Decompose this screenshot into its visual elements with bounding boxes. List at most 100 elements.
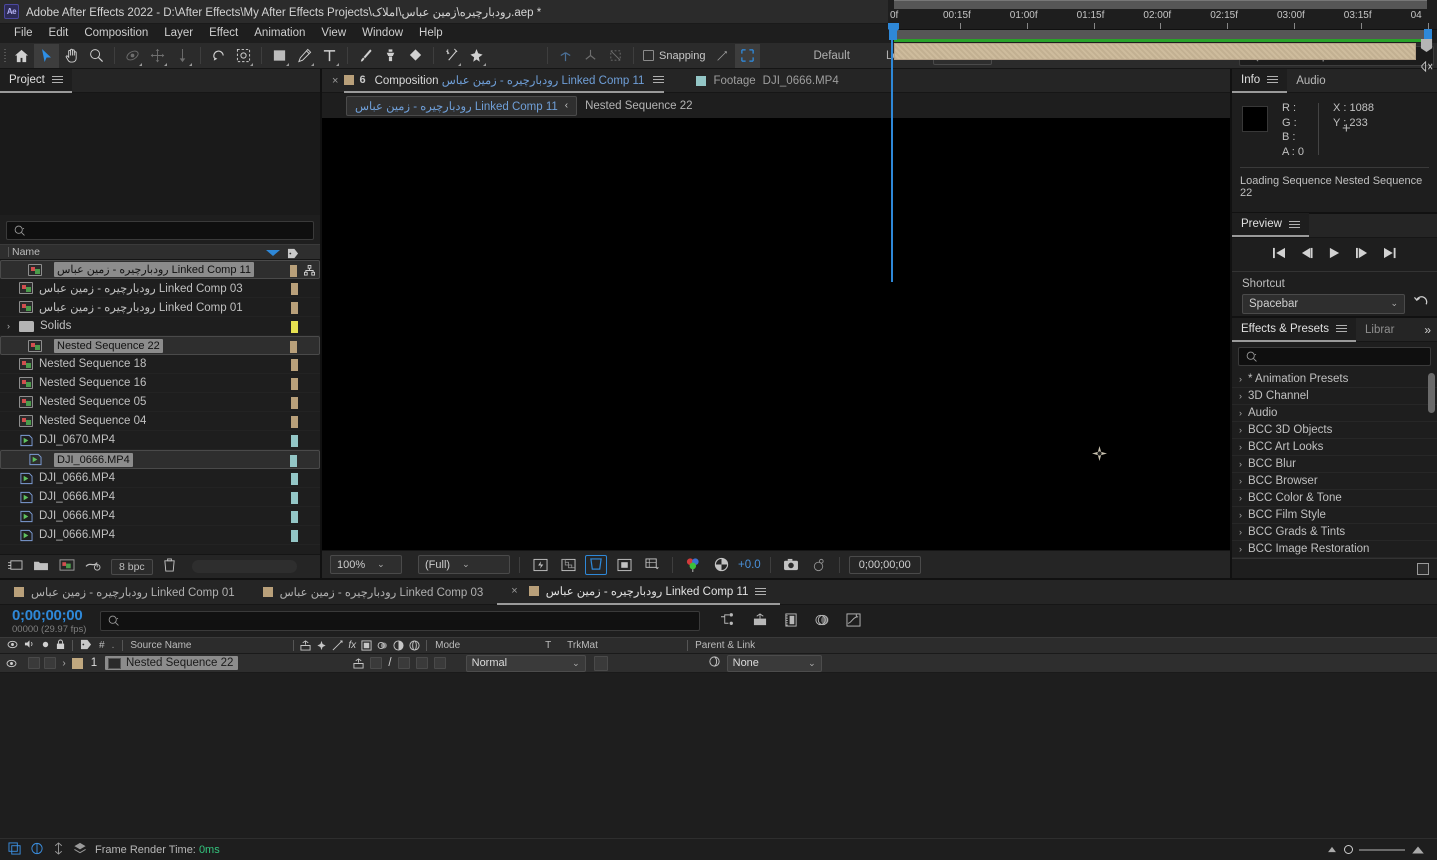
zoom-level-select[interactable]: 100% ⌄ — [330, 555, 402, 574]
effects-category-row[interactable]: › * Animation Presets — [1232, 371, 1437, 388]
menu-effect[interactable]: Effect — [201, 24, 246, 43]
menu-layer[interactable]: Layer — [156, 24, 201, 43]
zoom-slider-knob[interactable] — [1344, 845, 1353, 854]
zoom-slider-track[interactable] — [1359, 848, 1405, 851]
home-icon[interactable] — [9, 44, 34, 68]
twirl-icon[interactable]: › — [1239, 391, 1242, 401]
resolution-select[interactable]: (Full) ⌄ — [418, 555, 510, 574]
tab-footage[interactable]: Footage DJI_0666.MP4 — [696, 75, 839, 87]
time-ruler[interactable]: 0f 00:15f 01:00f 01:15f 02:00f 02:15f 03:00f 03… — [888, 0, 1437, 30]
menu-view[interactable]: View — [313, 24, 354, 43]
effects-category-row[interactable]: › BCC Film Style — [1232, 507, 1437, 524]
effects-overflow-icon[interactable]: » — [1424, 323, 1437, 337]
chevron-left-icon[interactable]: ‹ — [565, 100, 568, 111]
composition-timecode[interactable]: 0;00;00;00 — [848, 555, 921, 574]
menu-edit[interactable]: Edit — [41, 24, 77, 43]
timeline-tab[interactable]: رودبارچیره - زمین عباس Linked Comp 01 — [0, 580, 249, 605]
new-folder-icon[interactable] — [1417, 562, 1429, 575]
work-area-marker-icon[interactable] — [1416, 38, 1437, 56]
eraser-tool-icon[interactable] — [403, 44, 428, 68]
pen-tool-icon[interactable] — [292, 44, 317, 68]
label-color-swatch[interactable] — [290, 265, 297, 277]
menu-help[interactable]: Help — [411, 24, 451, 43]
motion-blur-toggle[interactable] — [433, 657, 446, 669]
snapping-toggle[interactable]: Snapping — [639, 50, 710, 62]
label-color-swatch[interactable] — [291, 359, 298, 371]
effects-category-row[interactable]: › BCC Browser — [1232, 473, 1437, 490]
layer-parent-select[interactable]: None ⌄ — [726, 654, 822, 672]
effects-category-row[interactable]: › BCC Color & Tone — [1232, 490, 1437, 507]
video-visibility-icon[interactable] — [7, 640, 18, 652]
comp-renderer-icon[interactable] — [30, 842, 44, 858]
toolbar-grip[interactable] — [0, 43, 9, 69]
fast-preview-icon[interactable] — [529, 555, 551, 575]
project-search-input[interactable] — [6, 221, 314, 240]
label-color-swatch[interactable] — [291, 473, 298, 485]
effects-panel-menu-icon[interactable] — [1336, 323, 1347, 334]
selection-tool-icon[interactable] — [34, 43, 59, 68]
project-item[interactable]: DJI_0666.MP4 — [0, 469, 320, 488]
project-panel-menu-icon[interactable] — [51, 74, 63, 85]
layer-visibility-toggle[interactable] — [0, 659, 22, 668]
orbit-tool-icon[interactable] — [120, 44, 145, 68]
channel-select-icon[interactable] — [682, 555, 704, 575]
menu-composition[interactable]: Composition — [76, 24, 156, 43]
twirl-icon[interactable]: › — [4, 321, 13, 331]
layer-twirl-icon[interactable]: › — [56, 658, 72, 669]
sort-descending-icon[interactable] — [266, 250, 280, 256]
hide-shy-layers-icon[interactable] — [784, 612, 798, 630]
layer-solo-toggle[interactable] — [44, 657, 56, 669]
current-time-indicator-line[interactable] — [891, 26, 893, 282]
project-color-depth-icon[interactable] — [85, 558, 101, 575]
draft-3d-icon[interactable] — [752, 612, 768, 630]
work-area-bar[interactable] — [889, 29, 1432, 40]
axis-local-icon[interactable] — [553, 44, 578, 68]
reset-shortcut-icon[interactable] — [1413, 295, 1429, 312]
quality-slash-icon[interactable]: / — [388, 657, 391, 669]
composition-mini-flowchart-icon[interactable] — [720, 612, 736, 630]
solo-icon[interactable] — [41, 640, 50, 652]
breadcrumb-next-comp[interactable]: Nested Sequence 22 — [585, 100, 692, 112]
exposure-value[interactable]: +0.0 — [738, 559, 761, 571]
twirl-icon[interactable]: › — [1239, 425, 1242, 435]
label-color-swatch[interactable] — [290, 455, 297, 467]
layer-audio-waveform-icon[interactable] — [1416, 60, 1437, 76]
tab-effects-presets[interactable]: Effects & Presets — [1232, 317, 1356, 342]
project-item[interactable]: رودبارچیره - زمین عباس Linked Comp 03 — [0, 279, 320, 298]
effects-category-row[interactable]: › BCC Image Restoration — [1232, 541, 1437, 558]
project-item[interactable]: DJI_0670.MP4 — [0, 431, 320, 450]
project-item[interactable]: › Solids — [0, 317, 320, 336]
trkmat-header[interactable]: TrkMat — [567, 640, 687, 651]
roto-brush-tool-icon[interactable] — [231, 44, 256, 68]
tab-composition[interactable]: 6 Composition رودبارچیره - زمین عباس Lin… — [344, 69, 665, 93]
layer-clip-bar[interactable] — [894, 43, 1416, 60]
new-composition-icon[interactable] — [59, 558, 75, 575]
bit-depth-label[interactable]: 8 bpc — [111, 558, 153, 575]
frame-blend-toggle[interactable] — [415, 657, 428, 669]
menu-window[interactable]: Window — [354, 24, 411, 43]
twirl-icon[interactable]: › — [1239, 544, 1242, 554]
project-item[interactable]: Nested Sequence 18 — [0, 355, 320, 374]
rotation-tool-icon[interactable] — [206, 44, 231, 68]
current-time-indicator[interactable] — [887, 22, 899, 38]
new-folder-icon[interactable] — [33, 559, 49, 575]
menu-file[interactable]: File — [6, 24, 41, 43]
text-tool-icon[interactable] — [317, 44, 342, 68]
label-color-swatch[interactable] — [291, 302, 298, 314]
effects-search-input[interactable] — [1238, 347, 1431, 366]
label-color-swatch[interactable] — [291, 397, 298, 409]
effects-scrollbar[interactable] — [1428, 373, 1435, 413]
project-item[interactable]: DJI_0666.MP4 — [0, 488, 320, 507]
region-of-interest-icon[interactable] — [585, 554, 607, 575]
pan-tool-icon[interactable] — [145, 44, 170, 68]
work-area-top-bar[interactable] — [894, 0, 1427, 9]
axis-view-icon[interactable] — [603, 44, 628, 68]
project-item[interactable]: Nested Sequence 04 — [0, 412, 320, 431]
zoom-tool-icon[interactable] — [84, 44, 109, 68]
column-name-label[interactable]: Name — [12, 246, 40, 258]
effects-category-row[interactable]: › 3D Channel — [1232, 388, 1437, 405]
label-color-swatch[interactable] — [291, 530, 298, 542]
label-color-swatch[interactable] — [291, 321, 298, 333]
composition-panel-menu-icon[interactable] — [653, 74, 665, 85]
pin-tool-icon[interactable] — [464, 44, 489, 68]
